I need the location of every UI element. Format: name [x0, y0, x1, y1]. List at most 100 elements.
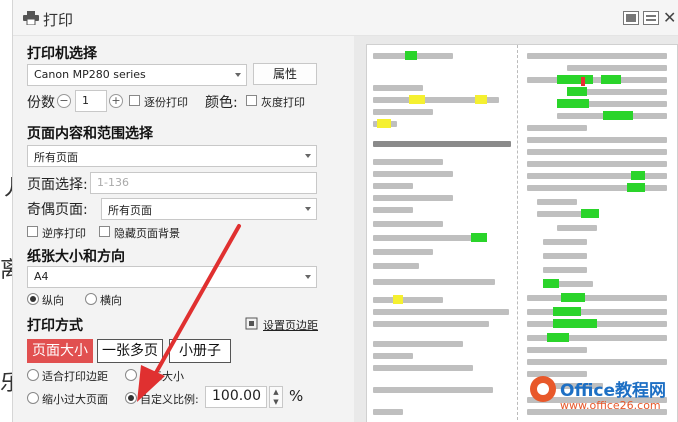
spin-down-icon[interactable]: ▼	[270, 397, 282, 407]
text-line	[543, 239, 587, 245]
shrink-radio[interactable]	[27, 392, 39, 404]
chevron-down-icon	[235, 73, 241, 77]
text-line	[537, 199, 577, 205]
copies-plus-button[interactable]: +	[109, 94, 123, 108]
highlight	[475, 95, 487, 104]
highlight	[581, 77, 585, 86]
printer-section-title: 打印机选择	[27, 46, 97, 62]
range-section-title: 页面内容和范围选择	[27, 126, 153, 142]
page-select-label: 页面选择:	[27, 177, 88, 193]
text-line	[373, 235, 483, 241]
text-line	[373, 353, 413, 359]
text-line	[373, 365, 473, 371]
content-select[interactable]: 所有页面	[27, 145, 317, 167]
actual-size-radio[interactable]	[125, 369, 137, 381]
print-dialog: 打印 ✕ 打印机选择 Canon MP280 series 属性 份数 − 1 …	[12, 0, 678, 422]
fit-margin-label: 适合打印边距	[42, 370, 108, 383]
text-line	[527, 161, 667, 167]
close-icon[interactable]: ✕	[663, 8, 676, 27]
chevron-down-icon	[305, 275, 311, 279]
chevron-down-icon	[305, 207, 311, 211]
highlight	[405, 51, 417, 60]
text-line	[527, 77, 667, 83]
text-line	[527, 321, 667, 327]
text-line	[373, 321, 489, 327]
settings-panel: 打印机选择 Canon MP280 series 属性 份数 − 1 + 逐份打…	[13, 36, 343, 422]
paper-section-title: 纸张大小和方向	[27, 249, 125, 265]
copies-minus-button[interactable]: −	[57, 94, 71, 108]
printer-icon	[23, 11, 39, 25]
odd-even-label: 奇偶页面:	[27, 202, 88, 218]
text-line	[527, 359, 667, 365]
odd-even-select[interactable]: 所有页面	[101, 198, 317, 220]
scale-input[interactable]: 100.00	[205, 386, 267, 408]
text-line	[373, 409, 403, 415]
page-range-placeholder: 1-136	[97, 176, 129, 189]
chevron-down-icon	[305, 154, 311, 158]
highlight	[561, 293, 585, 302]
text-line	[373, 221, 443, 227]
text-line	[543, 253, 587, 259]
landscape-radio[interactable]	[85, 293, 97, 305]
spin-up-icon[interactable]: ▲	[270, 387, 282, 397]
watermark-logo: Office教程网 www.office26.com	[530, 374, 678, 422]
text-line	[373, 341, 463, 347]
text-line	[373, 297, 443, 303]
shrink-label: 缩小过大页面	[42, 393, 108, 406]
text-line	[373, 387, 493, 393]
highlight	[557, 99, 589, 108]
multi-view-icon[interactable]	[643, 11, 659, 25]
single-view-icon[interactable]	[623, 11, 639, 25]
page-range-input[interactable]: 1-136	[90, 172, 317, 194]
highlight	[601, 75, 621, 84]
content-select-value: 所有页面	[34, 151, 78, 164]
print-preview	[354, 36, 678, 422]
text-line	[527, 173, 667, 179]
paper-size-select[interactable]: A4	[27, 266, 317, 288]
odd-even-select-value: 所有页面	[108, 204, 152, 217]
tab-page-size[interactable]: 页面大小	[27, 339, 93, 363]
text-line	[527, 137, 667, 143]
highlight	[567, 87, 587, 96]
copies-label: 份数	[27, 95, 55, 111]
printer-select-value: Canon MP280 series	[34, 68, 146, 81]
highlight	[377, 119, 391, 128]
properties-button[interactable]: 属性	[253, 63, 317, 85]
hide-background-label: 隐藏页面背景	[114, 227, 180, 240]
portrait-label: 纵向	[42, 294, 64, 307]
text-line	[373, 309, 509, 315]
highlight	[603, 111, 633, 120]
scale-stepper[interactable]: ▲ ▼	[269, 386, 283, 408]
text-line	[527, 125, 587, 131]
printer-select[interactable]: Canon MP280 series	[27, 64, 247, 86]
text-line	[373, 85, 423, 91]
fit-margin-radio[interactable]	[27, 369, 39, 381]
text-line	[527, 309, 667, 315]
collate-label: 逐份打印	[144, 96, 188, 109]
custom-scale-radio[interactable]	[125, 392, 137, 404]
tab-booklet[interactable]: 小册子	[169, 339, 231, 363]
text-line	[557, 225, 597, 231]
reverse-checkbox[interactable]	[27, 226, 38, 237]
highlight	[631, 171, 645, 180]
highlight	[627, 183, 645, 192]
highlight	[553, 319, 597, 328]
reverse-label: 逆序打印	[42, 227, 86, 240]
tab-multiple-pages[interactable]: 一张多页	[97, 339, 163, 363]
mode-section-title: 打印方式	[27, 318, 83, 334]
paper-size-value: A4	[34, 270, 49, 283]
highlight	[547, 333, 569, 342]
text-line	[527, 53, 667, 59]
highlight	[543, 279, 559, 288]
percent-label: %	[289, 387, 304, 405]
copies-input[interactable]: 1	[75, 90, 107, 112]
collate-checkbox[interactable]	[129, 95, 140, 106]
page-margin-link[interactable]: 设置页边距	[263, 317, 318, 333]
text-line	[527, 149, 667, 155]
portrait-radio[interactable]	[27, 293, 39, 305]
grayscale-checkbox[interactable]	[246, 95, 257, 106]
hide-background-checkbox[interactable]	[99, 226, 110, 237]
text-line	[373, 249, 433, 255]
text-line	[373, 195, 453, 201]
text-line	[373, 159, 443, 165]
